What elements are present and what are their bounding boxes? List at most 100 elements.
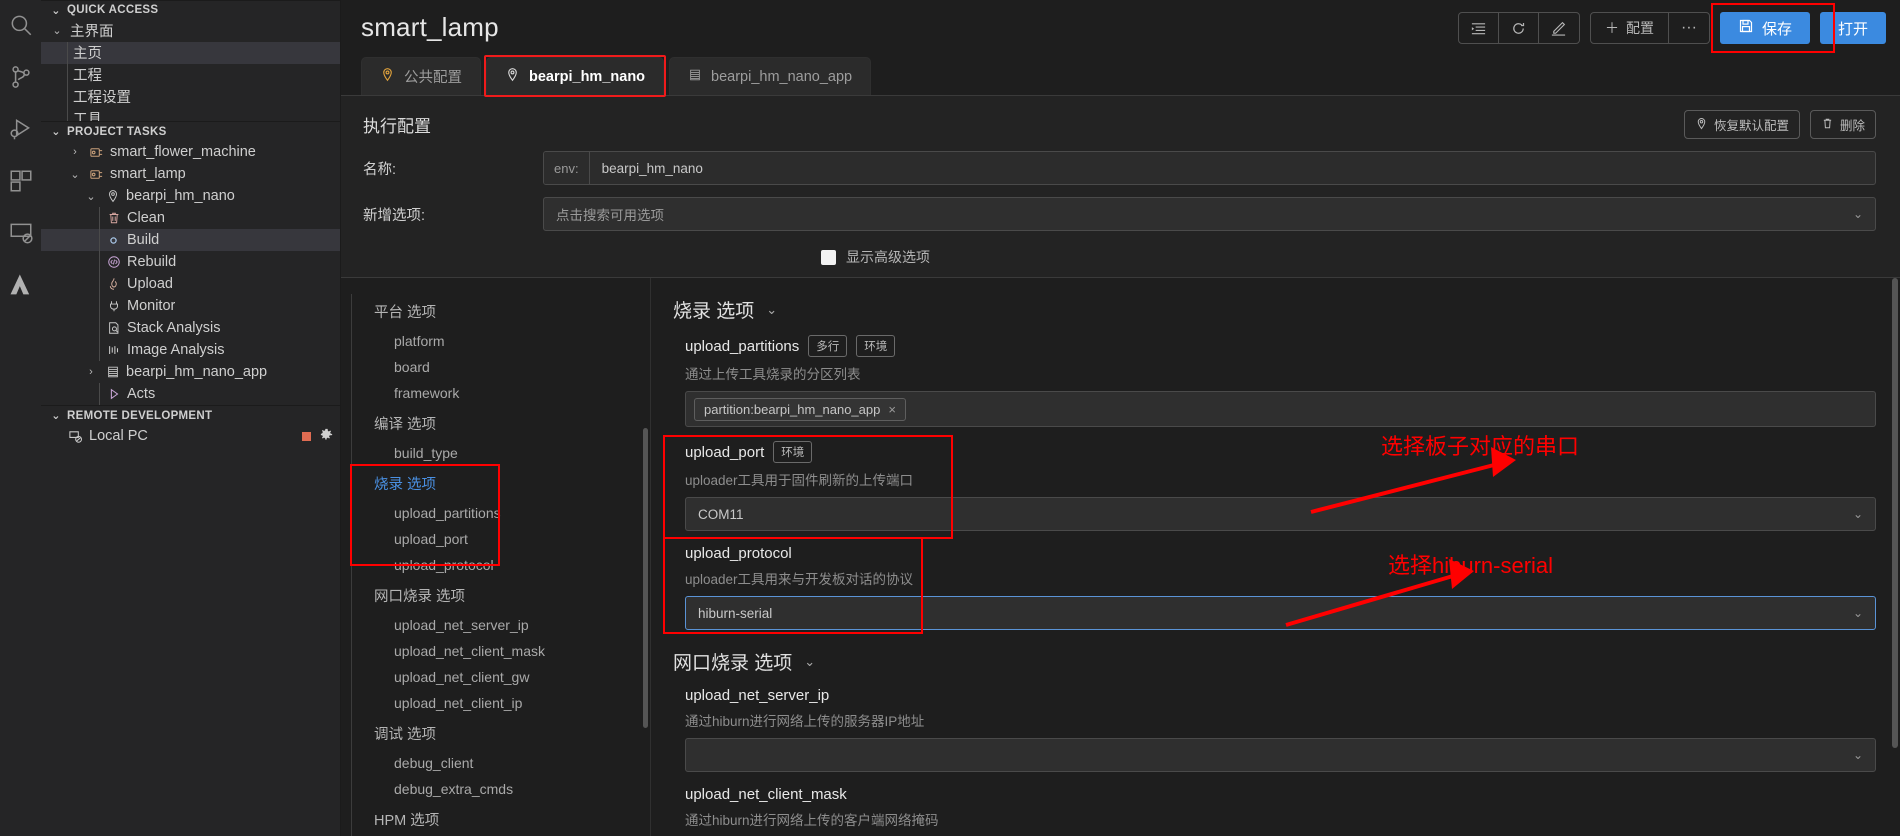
option-group-upload[interactable]: 烧录 选项 xyxy=(364,466,650,500)
name-label: 名称: xyxy=(363,161,397,178)
add-config-label: 配置 xyxy=(1625,20,1654,36)
remote-development-header[interactable]: ⌄ REMOTE DEVELOPMENT xyxy=(41,405,340,426)
tree-item-build[interactable]: Build xyxy=(41,229,340,252)
option-desc: 通过hiburn进行网络上传的服务器IP地址 xyxy=(685,714,925,729)
more-button[interactable]: ··· xyxy=(1669,13,1709,43)
option-nav-debug-extra-cmds[interactable]: debug_extra_cmds xyxy=(364,776,650,802)
sidebar-item-home[interactable]: 主页 xyxy=(41,41,340,64)
chevron-down-icon[interactable]: ⌄ xyxy=(804,654,815,670)
option-group-hpm[interactable]: HPM 选项 xyxy=(364,802,650,836)
tab-common-config[interactable]: 公共配置 xyxy=(361,57,481,95)
sidebar-item-project-settings[interactable]: 工程设置 xyxy=(41,85,340,108)
option-nav-upload-partitions[interactable]: upload_partitions xyxy=(364,500,650,526)
quick-access-group-label: 主界面 xyxy=(70,24,114,41)
tree-item-upload[interactable]: Upload xyxy=(41,273,340,296)
option-nav-upload-net-server-ip[interactable]: upload_net_server_ip xyxy=(364,612,650,638)
deveco-icon[interactable] xyxy=(6,270,36,300)
gear-icon[interactable] xyxy=(319,427,334,446)
badge-env: 环境 xyxy=(856,335,896,357)
save-button[interactable]: 保存 xyxy=(1719,12,1810,44)
name-input[interactable]: env: bearpi_hm_nano xyxy=(543,151,1876,185)
option-nav-upload-net-client-gw[interactable]: upload_net_client_gw xyxy=(364,664,650,690)
add-option-row: 新增选项: 点击搜索可用选项 ⌄ xyxy=(341,195,1900,231)
tree-item-monitor[interactable]: Monitor xyxy=(41,295,340,318)
chevron-down-icon: ⌄ xyxy=(51,4,61,17)
add-config-button[interactable]: ＋ 配置 xyxy=(1591,13,1669,43)
chart-icon xyxy=(105,343,122,357)
source-control-icon[interactable] xyxy=(6,62,36,92)
option-nav-upload-protocol[interactable]: upload_protocol xyxy=(364,552,650,578)
edit-pencil-icon[interactable] xyxy=(1539,13,1579,43)
tree-item-acts[interactable]: Acts xyxy=(41,383,340,406)
advanced-options-checkbox[interactable] xyxy=(821,249,836,265)
add-option-select[interactable]: 点击搜索可用选项 ⌄ xyxy=(543,197,1876,231)
upload-port-select[interactable]: COM11 ⌄ xyxy=(685,497,1876,531)
chip-partition[interactable]: partition:bearpi_hm_nano_app × xyxy=(694,397,906,421)
option-group-build[interactable]: 编译 选项 xyxy=(364,406,650,440)
advanced-options-label: 显示高级选项 xyxy=(846,249,930,265)
option-nav-debug-client[interactable]: debug_client xyxy=(364,750,650,776)
chevron-down-icon[interactable]: ⌄ xyxy=(766,302,777,318)
tree-item-smart-lamp[interactable]: ⌄ smart_lamp xyxy=(41,163,340,185)
extensions-icon[interactable] xyxy=(6,166,36,196)
project-tasks-header[interactable]: ⌄ PROJECT TASKS xyxy=(41,121,340,142)
sidebar-item-project[interactable]: 工程 xyxy=(41,63,340,86)
option-group-net-upload[interactable]: 网口烧录 选项 xyxy=(364,578,650,612)
option-nav-upload-net-client-ip[interactable]: upload_net_client_ip xyxy=(364,690,650,716)
close-icon[interactable]: × xyxy=(888,402,896,417)
tree-item-bearpi-hm-nano-app[interactable]: › bearpi_hm_nano_app xyxy=(41,361,340,383)
tab-bearpi-hm-nano-app[interactable]: bearpi_hm_nano_app xyxy=(669,57,872,95)
option-nav-build-type[interactable]: build_type xyxy=(364,440,650,466)
sidebar-item-tools[interactable]: 工具 xyxy=(41,107,340,122)
restore-default-config-button[interactable]: 恢复默认配置 xyxy=(1683,110,1800,139)
upload-partitions-chips[interactable]: partition:bearpi_hm_nano_app × xyxy=(685,391,1876,427)
chevron-down-icon: ⌄ xyxy=(52,25,62,38)
search-icon[interactable] xyxy=(6,10,36,40)
option-nav-upload-port[interactable]: upload_port xyxy=(364,526,650,552)
option-nav-framework[interactable]: framework xyxy=(364,380,650,406)
upload-net-server-ip-select[interactable]: ⌄ xyxy=(685,738,1876,772)
tree-item-image-analysis[interactable]: Image Analysis xyxy=(41,339,340,362)
option-nav-upload-net-client-mask[interactable]: upload_net_client_mask xyxy=(364,638,650,664)
advanced-options-row[interactable]: 显示高级选项 xyxy=(341,241,1900,277)
quick-access-header[interactable]: ⌄ QUICK ACCESS xyxy=(41,0,340,20)
trash-icon xyxy=(1821,117,1834,133)
tree-item-label: Monitor xyxy=(127,298,176,315)
option-content: 烧录 选项 ⌄ upload_partitions 多行 环境 通过上传工具烧录… xyxy=(651,278,1900,836)
content-scrollbar[interactable] xyxy=(1892,278,1898,748)
option-nav-platform[interactable]: platform xyxy=(364,328,650,354)
option-desc: 通过hiburn进行网络上传的客户端网络掩码 xyxy=(685,813,939,828)
open-button[interactable]: 打开 xyxy=(1819,12,1886,44)
main-editor: ＋ 配置 ··· 保存 打开 smart_lamp 公共配置 bearpi_hm… xyxy=(341,0,1900,836)
exec-config-title: 执行配置 xyxy=(363,117,431,136)
tab-bearpi-hm-nano[interactable]: bearpi_hm_nano xyxy=(484,55,667,97)
option-group-platform[interactable]: 平台 选项 xyxy=(364,294,650,328)
tree-item-label: Build xyxy=(127,232,160,249)
run-debug-icon[interactable] xyxy=(6,114,36,144)
tree-item-bearpi-hm-nano[interactable]: ⌄ bearpi_hm_nano xyxy=(41,185,340,207)
delete-config-button[interactable]: 删除 xyxy=(1809,110,1876,139)
tree-item-local-pc[interactable]: Local PC xyxy=(41,425,340,447)
status-badge xyxy=(302,431,311,441)
quick-access-group-main[interactable]: ⌄ 主界面 xyxy=(41,20,340,42)
upload-protocol-select[interactable]: hiburn-serial ⌄ xyxy=(685,596,1876,630)
option-nav-board[interactable]: board xyxy=(364,354,650,380)
indent-list-icon[interactable] xyxy=(1459,13,1499,43)
upload-protocol-annotation: 选择hiburn-serial xyxy=(1388,553,1554,578)
chevron-down-icon: ⌄ xyxy=(1852,207,1863,221)
tree-item-clean[interactable]: Clean xyxy=(41,207,340,230)
option-desc: 通过上传工具烧录的分区列表 xyxy=(685,367,861,382)
section-label: 网口烧录 选项 xyxy=(673,653,793,674)
refresh-icon[interactable] xyxy=(1499,13,1539,43)
option-group-debug[interactable]: 调试 选项 xyxy=(364,716,650,750)
options-body: 平台 选项 platform board framework 编译 选项 bui… xyxy=(341,277,1900,836)
remote-explorer-icon[interactable] xyxy=(6,218,36,248)
tree-item-rebuild[interactable]: Rebuild xyxy=(41,251,340,274)
tab-label: bearpi_hm_nano_app xyxy=(711,68,853,85)
tree-item-stack-analysis[interactable]: Stack Analysis xyxy=(41,317,340,340)
upload-port-annotation: 选择板子对应的串口 xyxy=(1381,434,1580,459)
add-option-placeholder: 点击搜索可用选项 xyxy=(556,208,664,223)
tree-item-smart-flower-machine[interactable]: › smart_flower_machine xyxy=(41,141,340,163)
option-nav-scrollbar[interactable] xyxy=(643,428,648,728)
chevron-down-icon: ⌄ xyxy=(1852,606,1863,620)
